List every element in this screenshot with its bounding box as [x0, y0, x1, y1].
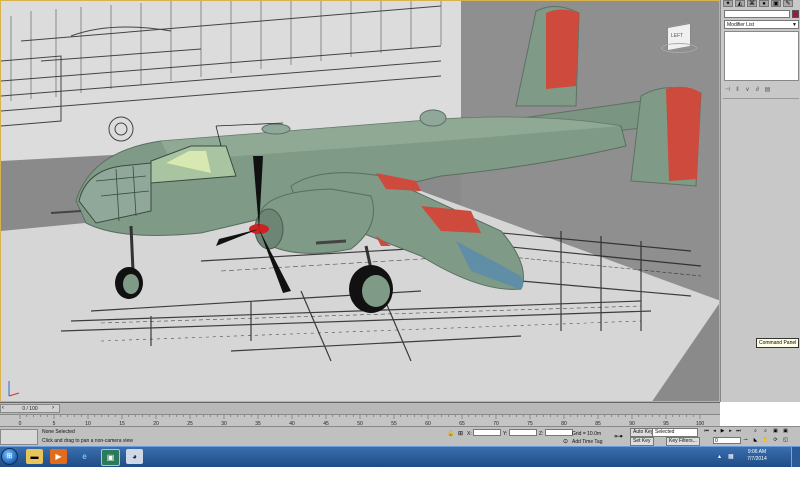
modify-tab-icon[interactable]: ◭ [735, 0, 745, 7]
modifier-list-label: Modifier List [727, 22, 754, 28]
paint-icon[interactable]: ◕ [126, 449, 143, 464]
field-of-view-icon[interactable]: ◣ [752, 437, 759, 444]
selection-status: None Selected [42, 429, 75, 435]
explorer-folder-icon[interactable]: ▬ [26, 449, 43, 464]
create-tab-icon[interactable]: ✦ [723, 0, 733, 7]
grid-size: Grid = 10.0m [572, 431, 602, 437]
next-frame-icon[interactable]: ▸ [727, 428, 734, 435]
modifier-list-dropdown[interactable]: Modifier List ▼ [724, 20, 799, 29]
panel-divider [723, 98, 799, 99]
modifier-stack[interactable] [724, 31, 799, 81]
key-mode-dropdown[interactable]: Selected [652, 428, 698, 437]
previous-frame-icon[interactable]: ◂ [711, 428, 718, 435]
zoom-icon[interactable]: ⌕ [752, 428, 759, 435]
zoom-extents-icon[interactable]: ▣ [772, 428, 779, 435]
viewport-scene [1, 1, 719, 401]
remove-modifier-icon[interactable]: ∂ [754, 87, 761, 94]
utilities-tab-icon[interactable]: ✎ [783, 0, 793, 7]
add-time-tag[interactable]: Add Time Tag [572, 439, 602, 445]
display-tab-icon[interactable]: ▣ [771, 0, 781, 7]
stack-controls: ⊣ ‖ ∨ ∂ ▤ [724, 86, 799, 95]
start-orb-icon[interactable]: ⊞ [1, 448, 18, 465]
x-coordinate-field[interactable] [473, 429, 501, 436]
set-key-button[interactable]: Set Key [630, 437, 654, 446]
tray-up-arrow-icon[interactable]: ▴ [718, 453, 721, 460]
prompt-line: Click and drag to pan a non-camera view [42, 438, 133, 444]
time-slider-prev-arrow[interactable]: ‹ [2, 405, 4, 411]
internet-explorer-icon[interactable]: e [76, 449, 93, 464]
taskbar-clock[interactable]: 9:06 AM 7/7/2014 [734, 449, 780, 463]
object-color-swatch[interactable] [792, 10, 799, 18]
go-to-end-icon[interactable]: ⏭ [735, 428, 742, 435]
time-tag-icon[interactable]: ⊙ [563, 438, 568, 445]
configure-modifier-sets-icon[interactable]: ▤ [764, 87, 771, 94]
key-filters-button[interactable]: Key Filters... [666, 437, 700, 446]
current-frame-field[interactable]: 0 [713, 437, 741, 444]
maximize-viewport-icon[interactable]: ◱ [782, 437, 789, 444]
media-player-icon[interactable]: ▶ [50, 449, 67, 464]
object-name-field[interactable] [724, 10, 790, 18]
pan-icon[interactable]: ✋ [762, 437, 769, 444]
time-slider-handle[interactable]: 0 / 100 [0, 404, 60, 413]
show-end-result-icon[interactable]: ‖ [734, 87, 741, 94]
zoom-all-icon[interactable]: ⌕ [762, 428, 769, 435]
time-slider-next-arrow[interactable]: › [52, 405, 54, 411]
go-to-start-icon[interactable]: ⏮ [703, 428, 710, 435]
hierarchy-tab-icon[interactable]: ⌘ [747, 0, 757, 7]
clock-time: 9:06 AM [747, 449, 767, 455]
3dsmax-icon[interactable]: ▣ [101, 449, 120, 466]
viewcube[interactable]: LEFT [661, 22, 697, 53]
play-icon[interactable]: ▶ [719, 428, 726, 435]
chevron-down-icon: ▼ [792, 22, 797, 28]
command-panel-tabs[interactable]: ✦ ◭ ⌘ ● ▣ ✎ [723, 0, 799, 8]
key-mode-toggle-icon[interactable]: ⊸ [742, 437, 749, 444]
lock-selection-icon[interactable]: 🔒 [447, 430, 454, 437]
zoom-extents-all-icon[interactable]: ▣ [782, 428, 789, 435]
motion-tab-icon[interactable]: ● [759, 0, 769, 7]
z-label: Z: [539, 431, 544, 437]
absolute-mode-icon[interactable]: ⊞ [458, 430, 463, 437]
z-coordinate-field[interactable] [545, 429, 573, 436]
pin-stack-icon[interactable]: ⊣ [724, 87, 731, 94]
viewcube-face-label: LEFT [671, 33, 684, 39]
y-label: Y: [503, 431, 508, 437]
show-desktop-button[interactable] [791, 447, 800, 467]
orbit-icon[interactable]: ⟳ [772, 437, 779, 444]
y-coordinate-field[interactable] [509, 429, 537, 436]
x-label: X: [467, 431, 472, 437]
status-bar: None Selected Click and drag to pan a no… [0, 426, 800, 447]
key-icon: ⊶ [614, 431, 623, 441]
maxscript-listener[interactable] [0, 429, 38, 445]
command-panel-tooltip: Command Panel [756, 338, 800, 348]
network-icon[interactable]: ▦ [728, 453, 734, 460]
clock-date: 7/7/2014 [747, 456, 767, 462]
windows-taskbar: ⊞ ▬ ▶ e ▣ ◕ ▴ ▦ 9:06 AM 7/7/2014 [0, 446, 800, 467]
perspective-viewport[interactable]: LEFT [0, 0, 720, 402]
make-unique-icon[interactable]: ∨ [744, 87, 751, 94]
